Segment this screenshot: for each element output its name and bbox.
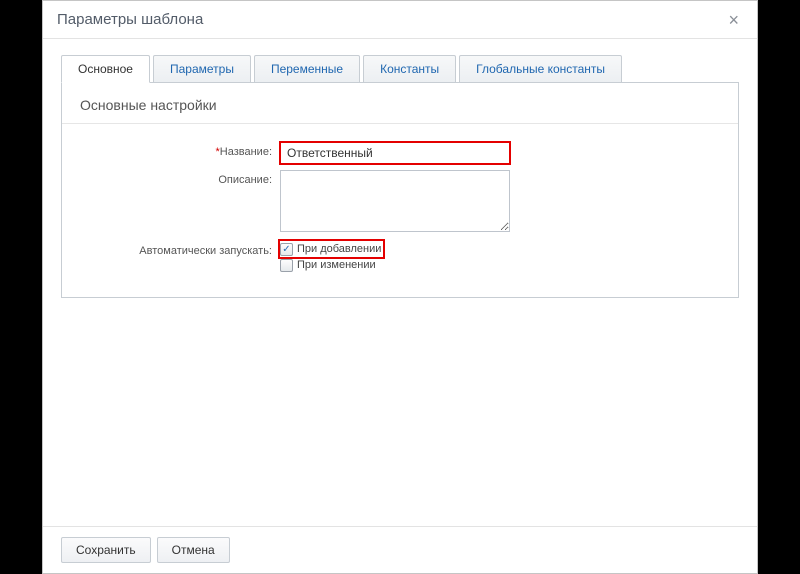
label-description: Описание: (80, 170, 280, 235)
dialog-title: Параметры шаблона (57, 11, 203, 28)
control-autorun: ✓ При добавлении При изменении (280, 241, 383, 273)
tab-global-constants[interactable]: Глобальные константы (459, 55, 622, 83)
label-name-text: Название: (220, 146, 272, 158)
tab-main[interactable]: Основное (61, 55, 150, 83)
description-textarea[interactable] (280, 170, 510, 232)
dialog-footer: Сохранить Отмена (43, 526, 757, 573)
control-description (280, 170, 510, 235)
checkbox-on-add-label: При добавлении (297, 243, 381, 255)
checkbox-on-change[interactable] (280, 259, 293, 272)
row-autorun: Автоматически запускать: ✓ При добавлени… (80, 241, 720, 273)
checkbox-on-change-label: При изменении (297, 259, 376, 271)
dialog-template-params: Параметры шаблона × Основное Параметры П… (42, 0, 758, 574)
form-body: *Название: Описание: Автоматически запус… (62, 123, 738, 273)
close-icon[interactable]: × (724, 9, 743, 31)
panel-main: Основные настройки *Название: Описание: (61, 82, 739, 298)
checkbox-on-add-line[interactable]: ✓ При добавлении (280, 241, 383, 257)
row-description: Описание: (80, 170, 720, 235)
label-name: *Название: (80, 142, 280, 164)
tabs-row: Основное Параметры Переменные Константы … (43, 39, 757, 83)
row-name: *Название: (80, 142, 720, 164)
tab-variables[interactable]: Переменные (254, 55, 360, 83)
tab-parameters[interactable]: Параметры (153, 55, 251, 83)
name-input[interactable] (280, 142, 510, 164)
save-button[interactable]: Сохранить (61, 537, 151, 563)
checkbox-on-change-line[interactable]: При изменении (280, 257, 383, 273)
titlebar: Параметры шаблона × (43, 1, 757, 39)
section-title: Основные настройки (80, 97, 720, 113)
checkbox-on-add[interactable]: ✓ (280, 243, 293, 256)
content-area: Основное Параметры Переменные Константы … (43, 39, 757, 526)
control-name (280, 142, 510, 164)
cancel-button[interactable]: Отмена (157, 537, 230, 563)
tab-constants[interactable]: Константы (363, 55, 456, 83)
label-autorun: Автоматически запускать: (80, 241, 280, 273)
